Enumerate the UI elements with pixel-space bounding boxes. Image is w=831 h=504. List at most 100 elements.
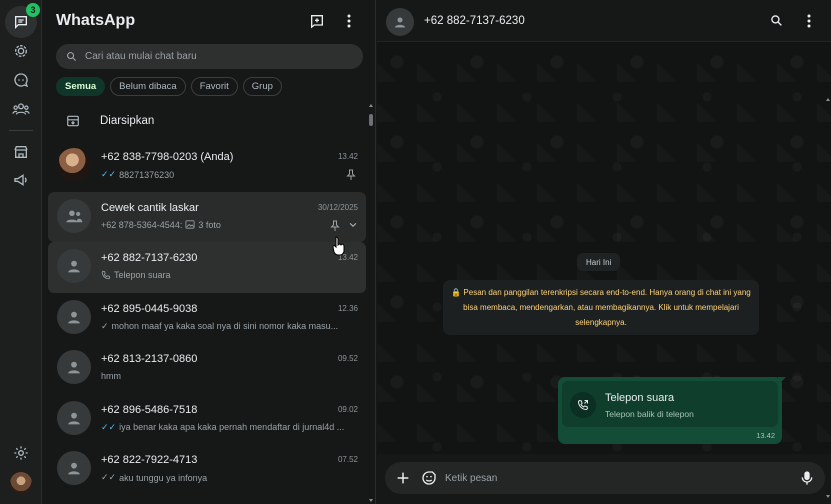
chat-preview: ✓ mohon maaf ya kaka soal nya di sini no…	[101, 321, 347, 332]
chats-nav-button[interactable]: 3	[5, 3, 40, 38]
chat-preview-text: +62 878-5364-4544:	[101, 219, 183, 230]
chat-row[interactable]: +62 882-7137-6230 13.42 Telepon suara	[48, 242, 366, 293]
filter-chip-all[interactable]: Semua	[56, 77, 106, 96]
profile-avatar[interactable]	[10, 472, 32, 494]
chat-preview: ✓✓ iya benar kaka apa kaka pernah mendaf…	[101, 422, 347, 433]
archived-label: Diarsipkan	[100, 115, 155, 127]
communities-nav-button[interactable]	[5, 93, 37, 125]
chat-name: +62 813-2137-0860	[101, 353, 198, 365]
conversation-header[interactable]: +62 882-7137-6230	[377, 0, 831, 42]
chat-preview-text: iya benar kaka apa kaka pernah mendaftar…	[119, 422, 345, 432]
communities-icon	[12, 101, 30, 117]
conversation-panel: +62 882-7137-6230 Hari Ini 🔒 Pesan dan p…	[377, 0, 831, 504]
emoji-sticker-icon[interactable]	[421, 470, 437, 486]
archive-icon	[66, 114, 82, 128]
chat-list: +62 838-7798-0203 (Anda) 13.42 ✓✓ 882713…	[48, 141, 366, 495]
contact-avatar[interactable]	[386, 8, 414, 36]
delivered-ticks-icon: ✓✓	[101, 472, 117, 482]
message-time: 13.42	[756, 431, 775, 440]
message-input[interactable]	[445, 470, 785, 486]
more-vertical-icon	[347, 14, 351, 28]
status-nav-button[interactable]	[5, 35, 37, 67]
call-card[interactable]: Telepon suara Telepon balik di telepon	[562, 381, 778, 427]
filter-chip-unread[interactable]: Belum dibaca	[110, 77, 186, 96]
date-separator: Hari Ini	[577, 253, 621, 271]
chat-name: +62 822-7922-4713	[101, 454, 198, 466]
chat-preview-text: hmm	[101, 371, 121, 381]
contact-avatar	[57, 451, 91, 485]
filter-chip-groups[interactable]: Grup	[242, 77, 282, 96]
chat-name: +62 896-5486-7518	[101, 403, 198, 416]
contact-avatar	[57, 249, 91, 283]
scroll-thumb[interactable]	[369, 114, 373, 126]
scroll-up-arrow[interactable]	[369, 104, 373, 107]
store-icon	[13, 144, 29, 160]
search-icon[interactable]	[770, 14, 783, 27]
conversation-title: +62 882-7137-6230	[424, 15, 525, 27]
chat-name: +62 882-7137-6230	[101, 252, 198, 264]
filter-chip-favorites[interactable]: Favorit	[190, 77, 238, 96]
channels-nav-button[interactable]	[5, 64, 37, 96]
chat-row[interactable]: +62 822-7922-4713 07.52 ✓✓ aku tunggu ya…	[48, 444, 366, 495]
gear-icon	[13, 445, 29, 461]
phone-call-icon	[101, 270, 111, 280]
read-ticks-icon: ✓✓	[101, 169, 117, 179]
status-icon	[13, 43, 29, 59]
encryption-notice[interactable]: 🔒 Pesan dan panggilan terenkripsi secara…	[443, 280, 759, 335]
chat-preview: +62 878-5364-4544: 3 foto	[101, 220, 311, 230]
contact-avatar	[57, 299, 91, 334]
sent-tick-icon: ✓	[101, 320, 109, 331]
chevron-down-icon[interactable]	[348, 220, 358, 230]
search-input[interactable]	[85, 51, 345, 62]
chat-list-panel: WhatsApp Semua Belum dibaca Favorit Grup…	[42, 0, 376, 504]
call-title: Telepon suara	[605, 392, 675, 404]
scroll-up-arrow[interactable]	[826, 98, 830, 101]
chat-name: +62 838-7798-0203 (Anda)	[101, 151, 234, 163]
megaphone-icon	[13, 172, 29, 188]
call-message-bubble[interactable]: Telepon suara Telepon balik di telepon 1…	[558, 377, 782, 444]
chat-row[interactable]: +62 896-5486-7518 09.02 ✓✓ iya benar kak…	[48, 394, 366, 445]
filter-chips: Semua Belum dibaca Favorit Grup	[56, 77, 282, 96]
conversation-scrollbar[interactable]	[825, 98, 831, 498]
chat-preview: ✓✓ 88271376230	[101, 169, 347, 180]
attach-plus-icon[interactable]	[395, 470, 411, 486]
group-avatar	[57, 198, 91, 233]
scroll-down-arrow[interactable]	[369, 499, 373, 502]
photo-icon	[185, 220, 195, 229]
app-title: WhatsApp	[56, 12, 136, 29]
chats-icon	[13, 14, 29, 30]
scroll-down-arrow[interactable]	[826, 495, 830, 498]
chat-time: 13.42	[337, 152, 358, 161]
chat-preview-text: 88271376230	[119, 169, 175, 180]
microphone-icon[interactable]	[801, 470, 813, 486]
more-vertical-icon[interactable]	[807, 14, 811, 28]
channels-icon	[13, 72, 29, 88]
chat-name: +62 895-0445-9038	[101, 302, 198, 315]
contact-avatar	[57, 148, 91, 182]
search-bar[interactable]	[56, 44, 363, 69]
chat-time: 09.02	[337, 404, 358, 414]
chat-list-scrollbar[interactable]	[368, 104, 374, 502]
archived-row[interactable]: Diarsipkan	[42, 110, 368, 132]
chat-row[interactable]: +62 895-0445-9038 12.36 ✓ mohon maaf ya …	[48, 293, 366, 344]
settings-nav-button[interactable]	[5, 437, 37, 469]
chat-time: 30/12/2025	[317, 202, 358, 212]
unread-badge: 3	[26, 3, 40, 17]
menu-button[interactable]	[338, 10, 360, 32]
read-ticks-icon: ✓✓	[101, 421, 117, 432]
chat-preview: hmm	[101, 371, 347, 381]
chat-row[interactable]: Cewek cantik laskar 30/12/2025 +62 878-5…	[48, 191, 366, 242]
chat-media-label: 3 foto	[198, 219, 221, 230]
advertise-nav-button[interactable]	[5, 164, 37, 196]
contact-avatar	[57, 400, 91, 435]
chat-time: 07.52	[337, 455, 358, 464]
pin-icon	[330, 220, 340, 232]
chat-name: Cewek cantik laskar	[101, 201, 199, 214]
chat-preview-text: aku tunggu ya infonya	[119, 472, 208, 483]
rail-divider	[9, 130, 33, 131]
search-icon	[66, 51, 77, 62]
mouse-pointer-icon	[332, 236, 346, 256]
new-chat-button[interactable]	[306, 10, 328, 32]
chat-row[interactable]: +62 813-2137-0860 09.52 hmm	[48, 343, 366, 394]
chat-row[interactable]: +62 838-7798-0203 (Anda) 13.42 ✓✓ 882713…	[48, 141, 366, 192]
